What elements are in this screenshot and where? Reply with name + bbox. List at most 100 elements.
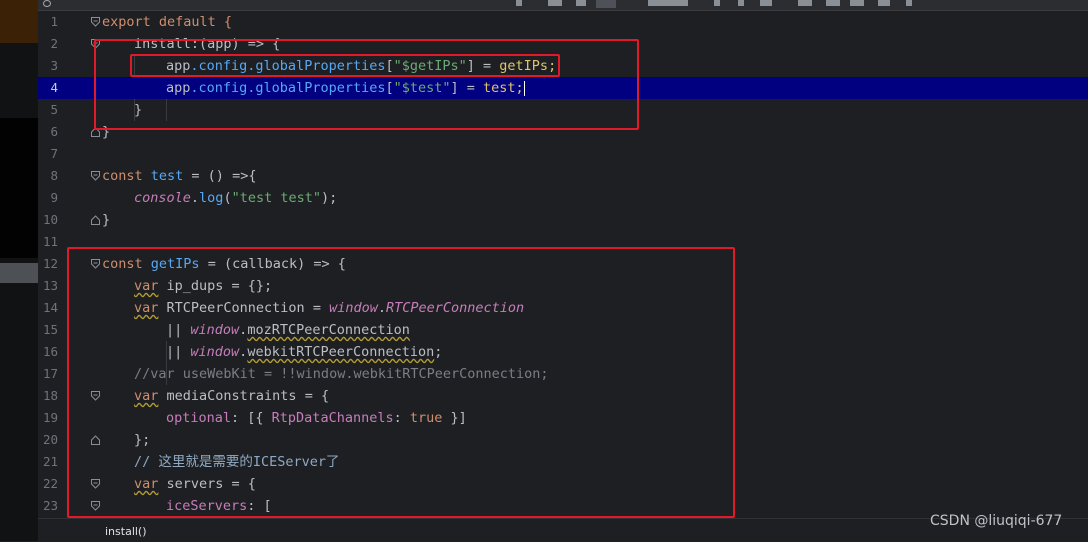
toolbar-icon-words[interactable]: [576, 0, 586, 6]
toolbar-icon-regex[interactable]: [596, 0, 616, 8]
token: .: [377, 300, 386, 316]
toolbar-icon-filter-3[interactable]: [850, 0, 864, 6]
toolbar-icon-select-all[interactable]: [760, 0, 772, 6]
code-text: }: [102, 121, 110, 143]
line-number: 20: [42, 432, 58, 447]
code-line[interactable]: 18 var mediaConstraints = {: [38, 385, 1088, 407]
token: (: [223, 190, 232, 206]
code-text: console.log("test test");: [134, 187, 337, 209]
fold-open-icon[interactable]: [91, 253, 100, 275]
code-text: const test = () =>{: [102, 165, 256, 187]
code-line[interactable]: 2 install:(app) => {: [38, 33, 1088, 55]
fold-close-icon[interactable]: [91, 209, 100, 231]
line-number: 15: [42, 322, 58, 337]
code-line-current[interactable]: 4 app.config.globalProperties["$test"] =…: [38, 77, 1088, 99]
line-number: 2: [50, 36, 58, 51]
code-line[interactable]: 20 };: [38, 429, 1088, 451]
code-line[interactable]: 10 }: [38, 209, 1088, 231]
line-number: 17: [42, 366, 58, 381]
code-line[interactable]: 21 // 这里就是需要的ICEServer了: [38, 451, 1088, 473]
code-line[interactable]: 15 || window.mozRTCPeerConnection: [38, 319, 1088, 341]
code-line[interactable]: 16 || window.webkitRTCPeerConnection;: [38, 341, 1088, 363]
toolbar-icon-more[interactable]: [906, 0, 912, 6]
left-panel-block: [0, 118, 38, 258]
token: );: [320, 190, 338, 206]
token: globalProperties: [255, 80, 386, 96]
token: [: [385, 58, 394, 74]
token: ;: [548, 58, 557, 74]
code-text: //var useWebKit = !!window.webkitRTCPeer…: [134, 363, 549, 385]
token: .config.: [190, 80, 256, 96]
code-text: optional: [{ RtpDataChannels: true }]: [166, 407, 467, 429]
code-text: // 这里就是需要的ICEServer了: [134, 451, 340, 473]
token: window: [190, 344, 240, 360]
fold-open-icon[interactable]: [91, 11, 100, 33]
token: ||: [166, 322, 191, 338]
left-panel-header: [0, 0, 38, 43]
fold-open-icon[interactable]: [91, 385, 100, 407]
code-text: };: [134, 429, 150, 451]
token: "$getIPs": [393, 58, 467, 74]
fold-open-icon[interactable]: [91, 165, 100, 187]
token: app: [166, 80, 191, 96]
line-number: 13: [42, 278, 58, 293]
fold-close-icon[interactable]: [91, 121, 100, 143]
toolbar-icon-match-case[interactable]: [548, 0, 562, 6]
token: window: [190, 322, 240, 338]
code-line[interactable]: 9 console.log("test test");: [38, 187, 1088, 209]
token: iceServers: [166, 498, 248, 514]
code-line[interactable]: 22 var servers = {: [38, 473, 1088, 495]
line-number: 11: [42, 234, 58, 249]
code-line[interactable]: 7: [38, 143, 1088, 165]
code-line[interactable]: 14 var RTCPeerConnection = window.RTCPee…: [38, 297, 1088, 319]
line-number: 4: [50, 80, 58, 95]
line-number: 6: [50, 124, 58, 139]
token: optional: [166, 410, 232, 426]
code-line[interactable]: 12 const getIPs = (callback) => {: [38, 253, 1088, 275]
token: webkitRTCPeerConnection: [247, 344, 435, 360]
toolbar-icon-up[interactable]: [714, 0, 720, 6]
token: getIPs: [499, 58, 549, 74]
token: var: [134, 476, 159, 492]
token: getIPs: [150, 256, 200, 272]
toolbar-icon-filter-1[interactable]: [798, 0, 812, 6]
code-line[interactable]: 6 }: [38, 121, 1088, 143]
code-text: var RTCPeerConnection = window.RTCPeerCo…: [134, 297, 524, 319]
code-line[interactable]: 17 //var useWebKit = !!window.webkitRTCP…: [38, 363, 1088, 385]
token: app: [166, 58, 191, 74]
watermark: CSDN @liuqiqi-677: [930, 513, 1063, 529]
code-line[interactable]: 11: [38, 231, 1088, 253]
line-number: 9: [50, 190, 58, 205]
breadcrumb-item[interactable]: install(): [105, 525, 147, 538]
token: ;: [434, 344, 443, 360]
search-icon[interactable]: [43, 0, 51, 7]
token: const: [102, 256, 151, 272]
code-line[interactable]: 19 optional: [{ RtpDataChannels: true }]: [38, 407, 1088, 429]
left-panel-selected-item[interactable]: [0, 263, 38, 283]
toolbar-icon-open-in-window[interactable]: [878, 0, 890, 6]
token: = () =>{: [183, 168, 257, 184]
code-text: }: [102, 209, 110, 231]
fold-close-icon[interactable]: [91, 429, 100, 451]
toolbar-icon-filter-2[interactable]: [826, 0, 840, 6]
code-editor[interactable]: 1 export default { 2 install:(app) => { …: [38, 11, 1088, 518]
token: : [{: [231, 410, 272, 426]
toolbar-icon-down[interactable]: [738, 0, 744, 6]
code-line[interactable]: 8 const test = () =>{: [38, 165, 1088, 187]
code-line[interactable]: 13 var ip_dups = {};: [38, 275, 1088, 297]
token: }: [102, 124, 111, 140]
fold-open-icon[interactable]: [91, 473, 100, 495]
code-text: || window.webkitRTCPeerConnection;: [166, 341, 442, 363]
code-text: var mediaConstraints = {: [134, 385, 329, 407]
code-line[interactable]: 1 export default {: [38, 11, 1088, 33]
fold-open-icon[interactable]: [91, 495, 100, 517]
code-line[interactable]: 3 app.config.globalProperties["$getIPs"]…: [38, 55, 1088, 77]
toolbar-icon-prev[interactable]: [516, 0, 522, 6]
code-text: const getIPs = (callback) => {: [102, 253, 346, 275]
line-number: 10: [42, 212, 58, 227]
token: }: [134, 102, 143, 118]
code-line[interactable]: 5 }: [38, 99, 1088, 121]
token: ||: [166, 344, 191, 360]
code-text: app.config.globalProperties["$getIPs"] =…: [166, 55, 556, 77]
fold-open-icon[interactable]: [91, 33, 100, 55]
